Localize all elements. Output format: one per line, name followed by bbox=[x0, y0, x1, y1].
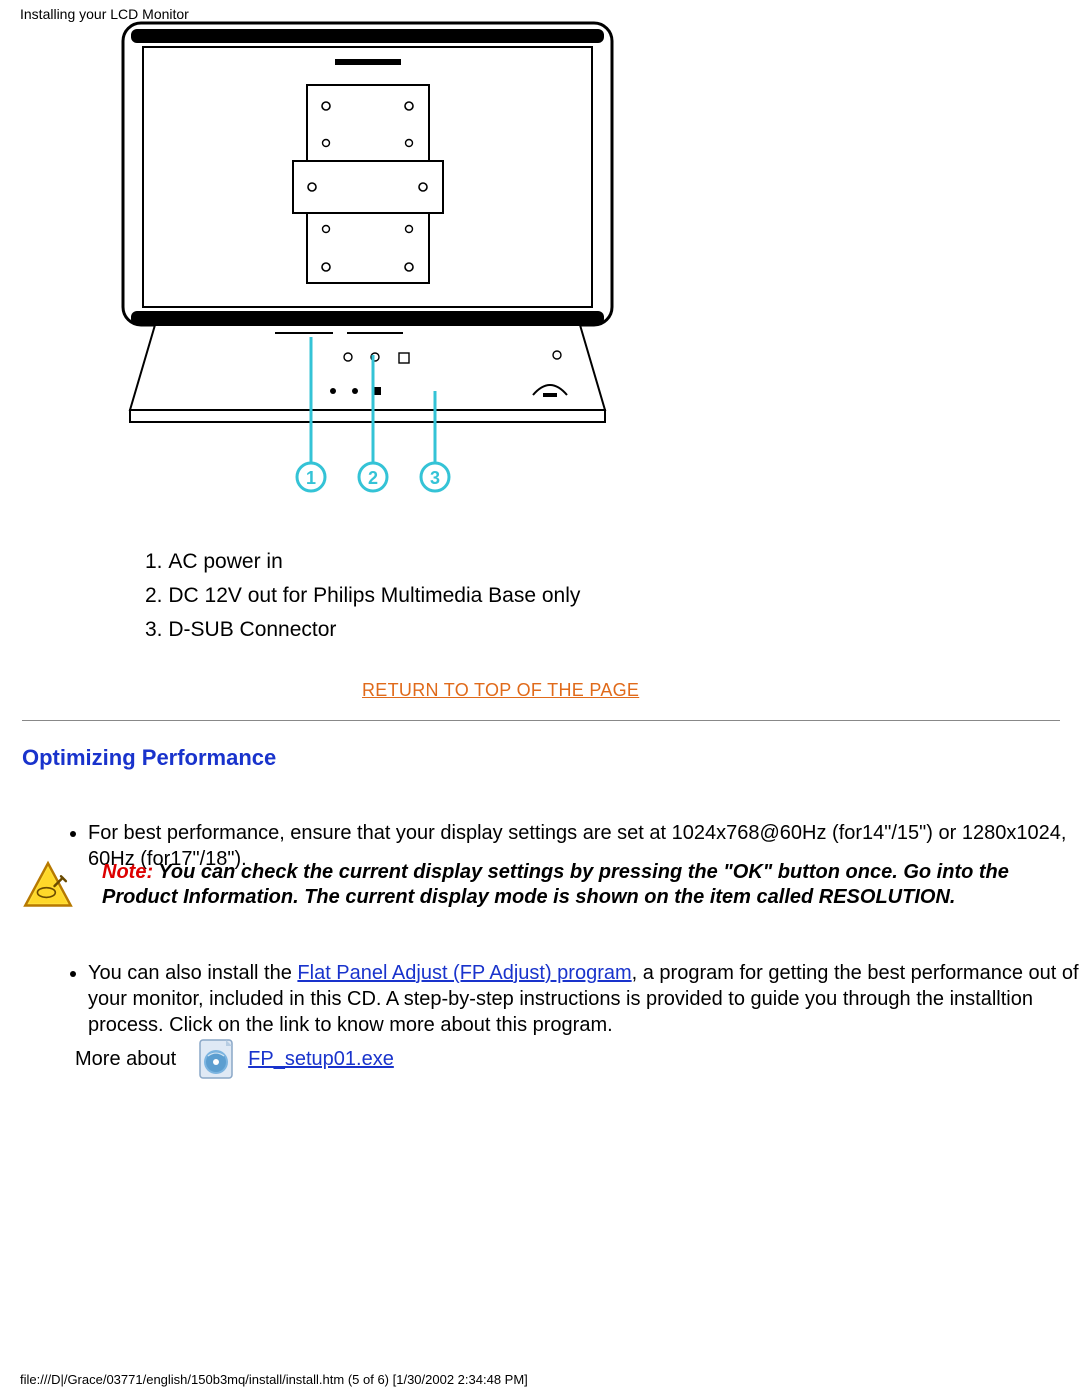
warning-icon bbox=[22, 860, 74, 916]
page-footer-path: file:///D|/Grace/03771/english/150b3mq/i… bbox=[20, 1372, 528, 1387]
section-heading-optimizing: Optimizing Performance bbox=[22, 745, 276, 771]
perf-bullet-2: You can also install the Flat Panel Adju… bbox=[88, 960, 1080, 1038]
note-body: You can check the current display settin… bbox=[102, 861, 1009, 908]
divider bbox=[22, 720, 1060, 721]
fp-setup-link[interactable]: FP_setup01.exe bbox=[248, 1048, 394, 1071]
connector-legend: AC power in DC 12V out for Philips Multi… bbox=[145, 545, 580, 647]
legend-item-1: AC power in bbox=[145, 545, 580, 579]
callout-3: 3 bbox=[430, 468, 440, 488]
note-text: Note: You can check the current display … bbox=[102, 860, 1058, 910]
cd-icon bbox=[196, 1038, 236, 1080]
callout-2: 2 bbox=[368, 468, 378, 488]
monitor-rear-diagram: 1 2 3 bbox=[115, 15, 620, 493]
return-to-top-link[interactable]: RETURN TO TOP OF THE PAGE bbox=[362, 680, 639, 701]
more-about-row: More about FP_setup01.exe bbox=[75, 1038, 394, 1080]
more-about-label: More about bbox=[75, 1048, 176, 1071]
note-label: Note: bbox=[102, 861, 153, 883]
bullet2-pre: You can also install the bbox=[88, 962, 297, 984]
fp-adjust-link[interactable]: Flat Panel Adjust (FP Adjust) program bbox=[297, 962, 631, 984]
legend-item-2: DC 12V out for Philips Multimedia Base o… bbox=[145, 579, 580, 613]
note-row: Note: You can check the current display … bbox=[22, 860, 1058, 916]
legend-item-3: D-SUB Connector bbox=[145, 613, 580, 647]
callout-1: 1 bbox=[306, 468, 316, 488]
